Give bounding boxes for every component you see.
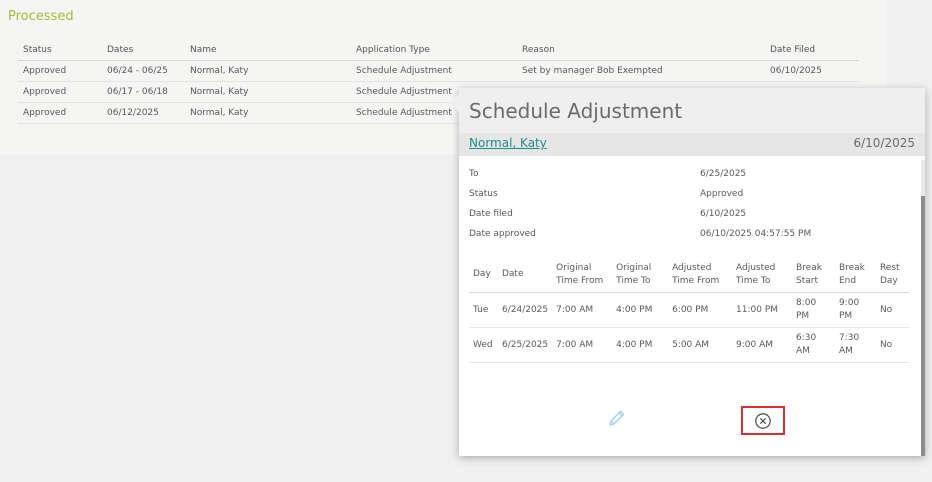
scrollbar-thumb[interactable] (921, 196, 925, 456)
schedule-cell-adjusted-from: 6:00 PM (668, 292, 733, 328)
schedule-header-date: Date (497, 257, 553, 293)
detail-value: 06/10/2025 04:57:55 PM (700, 229, 812, 239)
schedule-cell-date: 6/25/2025 (497, 327, 553, 363)
schedule-row: Tue 6/24/2025 7:00 AM 4:00 PM 6:00 PM 11… (469, 292, 909, 328)
schedule-header-original-time-from: Original Time From (552, 257, 613, 293)
column-header-reason[interactable]: Reason (517, 40, 765, 61)
column-header-dates[interactable]: Dates (102, 40, 185, 61)
column-header-date-filed[interactable]: Date Filed (765, 40, 859, 61)
schedule-header-day: Day (469, 257, 498, 293)
schedule-header-row: Day Date Original Time From Original Tim… (469, 257, 909, 293)
schedule-cell-original-from: 7:00 AM (552, 292, 613, 328)
schedule-row: Wed 6/25/2025 7:00 AM 4:00 PM 5:00 AM 9:… (469, 327, 909, 363)
schedule-cell-day: Tue (469, 292, 498, 328)
detail-label: To (469, 169, 479, 179)
popup-subheader: Normal, Katy 6/10/2025 (459, 133, 925, 156)
column-header-application-type[interactable]: Application Type (351, 40, 517, 61)
cell-name: Normal, Katy (185, 81, 351, 103)
popup-header: Schedule Adjustment Normal, Katy 6/10/20… (459, 88, 925, 156)
detail-label: Date approved (469, 229, 536, 239)
detail-value: 6/10/2025 (700, 209, 747, 219)
schedule-table: Day Date Original Time From Original Tim… (469, 257, 909, 363)
edit-button[interactable] (605, 406, 629, 430)
cell-dates: 06/12/2025 (102, 102, 185, 124)
schedule-cell-adjusted-to: 11:00 PM (732, 292, 792, 328)
detail-label: Date filed (469, 209, 513, 219)
schedule-cell-day: Wed (469, 327, 498, 363)
cell-name: Normal, Katy (185, 102, 351, 124)
cell-application-type: Schedule Adjustment (351, 60, 517, 82)
schedule-cell-rest-day: No (875, 327, 909, 363)
schedule-cell-break-start: 8:00 PM (791, 292, 835, 328)
cell-dates: 06/24 - 06/25 (102, 60, 185, 82)
popup-scrollbar[interactable] (921, 160, 925, 456)
column-header-status[interactable]: Status (18, 40, 102, 61)
close-circle-icon (755, 412, 771, 429)
schedule-cell-original-from: 7:00 AM (552, 327, 613, 363)
cell-status: Approved (18, 60, 102, 82)
schedule-cell-rest-day: No (875, 292, 909, 328)
schedule-header-break-start: Break Start (791, 257, 835, 293)
popup-pointer (450, 94, 459, 112)
detail-label: Status (469, 189, 498, 199)
schedule-header-adjusted-time-from: Adjusted Time From (668, 257, 733, 293)
schedule-cell-adjusted-from: 5:00 AM (668, 327, 733, 363)
schedule-adjustment-popup: Schedule Adjustment Normal, Katy 6/10/20… (450, 88, 925, 456)
close-button[interactable] (741, 406, 785, 435)
cell-dates: 06/17 - 06/18 (102, 81, 185, 103)
schedule-header-rest-day: Rest Day (875, 257, 909, 293)
pencil-icon (609, 410, 625, 426)
employee-name-link[interactable]: Normal, Katy (469, 136, 547, 150)
schedule-cell-original-to: 4:00 PM (612, 292, 669, 328)
section-title: Processed (8, 9, 74, 24)
schedule-cell-break-end: 7:30 AM (834, 327, 876, 363)
cell-status: Approved (18, 102, 102, 124)
schedule-cell-break-start: 6:30 AM (791, 327, 835, 363)
schedule-cell-break-end: 9:00 PM (834, 292, 876, 328)
popup-title: Schedule Adjustment (469, 99, 683, 123)
schedule-cell-adjusted-to: 9:00 AM (732, 327, 792, 363)
schedule-header-original-time-to: Original Time To (612, 257, 669, 293)
cell-status: Approved (18, 81, 102, 103)
column-header-name[interactable]: Name (185, 40, 351, 61)
detail-value: 6/25/2025 (700, 169, 747, 179)
cell-reason: Set by manager Bob Exempted (517, 60, 765, 82)
cell-date-filed: 06/10/2025 (765, 60, 859, 82)
schedule-cell-date: 6/24/2025 (497, 292, 553, 328)
table-header-row: Status Dates Name Application Type Reaso… (18, 40, 859, 61)
table-row[interactable]: Approved 06/24 - 06/25 Normal, Katy Sche… (18, 60, 859, 82)
cell-name: Normal, Katy (185, 60, 351, 82)
filed-date: 6/10/2025 (853, 136, 915, 150)
detail-value: Approved (700, 189, 744, 199)
schedule-header-adjusted-time-to: Adjusted Time To (732, 257, 792, 293)
schedule-header-break-end: Break End (834, 257, 876, 293)
schedule-cell-original-to: 4:00 PM (612, 327, 669, 363)
